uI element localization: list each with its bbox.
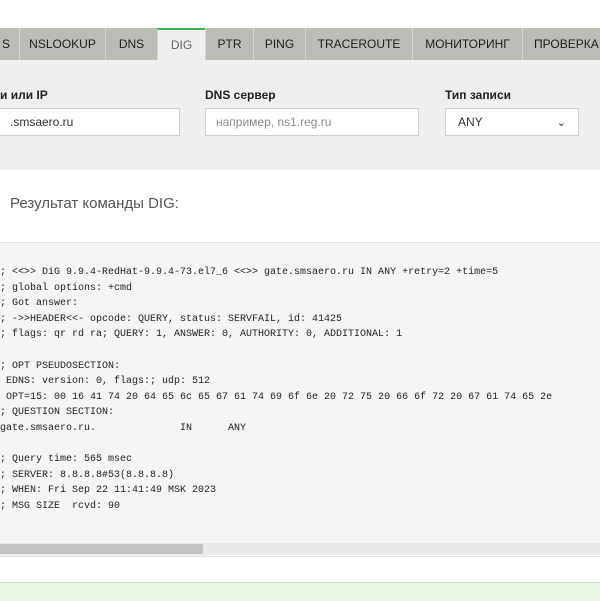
tab-partial[interactable]: S	[0, 28, 19, 60]
dig-form: и или IP DNS сервер Тип записи ANY ⌄	[0, 60, 600, 170]
record-type-label: Тип записи	[445, 88, 511, 102]
tab-dig[interactable]: DIG	[157, 28, 205, 60]
dns-server-label: DNS сервер	[205, 88, 276, 102]
output-line: EDNS: version: 0, flags:; udp: 512	[0, 376, 211, 388]
output-line: ; flags: qr rd ra; QUERY: 1, ANSWER: 0, …	[0, 329, 403, 341]
tab-traceroute[interactable]: TRACEROUTE	[305, 28, 412, 60]
output-line: ; Got answer:	[0, 298, 79, 310]
tab-nslookup[interactable]: NSLOOKUP	[19, 28, 105, 60]
tab-dns[interactable]: DNS	[105, 28, 157, 60]
bottom-notice-box	[0, 582, 600, 601]
record-type-value: ANY	[458, 115, 483, 129]
dig-output: ; <<>> DiG 9.9.4-RedHat-9.9.4-73.el7_6 <…	[0, 265, 552, 515]
tool-tabs: S NSLOOKUP DNS DIG PTR PING TRACEROUTE М…	[0, 28, 600, 60]
tab-check[interactable]: ПРОВЕРКА	[522, 28, 600, 60]
output-line: ; global options: +cmd	[0, 282, 133, 294]
output-line: ; SERVER: 8.8.8.8#53(8.8.8.8)	[0, 469, 175, 481]
result-title: Результат команды DIG:	[10, 195, 179, 212]
dig-output-panel: ; <<>> DiG 9.9.4-RedHat-9.9.4-73.el7_6 <…	[0, 242, 600, 557]
dns-server-input[interactable]	[205, 108, 419, 136]
top-strip	[0, 0, 600, 28]
output-line: OPT=15: 00 16 41 74 20 64 65 6c 65 67 61…	[0, 391, 553, 403]
scrollbar-thumb[interactable]	[0, 544, 203, 554]
output-line: ; <<>> DiG 9.9.4-RedHat-9.9.4-73.el7_6 <…	[0, 267, 499, 278]
tab-ping[interactable]: PING	[253, 28, 305, 60]
host-label: и или IP	[0, 88, 48, 102]
output-line: ; QUESTION SECTION:	[0, 407, 115, 419]
tab-ptr[interactable]: PTR	[205, 28, 253, 60]
output-line: ; Query time: 565 msec	[0, 454, 133, 466]
tab-monitoring[interactable]: МОНИТОРИНГ	[412, 28, 522, 60]
output-line: ; OPT PSEUDOSECTION:	[0, 360, 121, 372]
output-line: gate.smsaero.ru. IN ANY	[0, 422, 247, 434]
host-input[interactable]	[0, 108, 180, 136]
record-type-select[interactable]: ANY ⌄	[445, 108, 579, 136]
output-line: ; ->>HEADER<<- opcode: QUERY, status: SE…	[0, 313, 343, 325]
output-line: ; WHEN: Fri Sep 22 11:41:49 MSK 2023	[0, 485, 217, 497]
output-line: ; MSG SIZE rcvd: 90	[0, 500, 121, 512]
horizontal-scrollbar[interactable]	[0, 543, 600, 555]
chevron-down-icon: ⌄	[556, 116, 566, 129]
